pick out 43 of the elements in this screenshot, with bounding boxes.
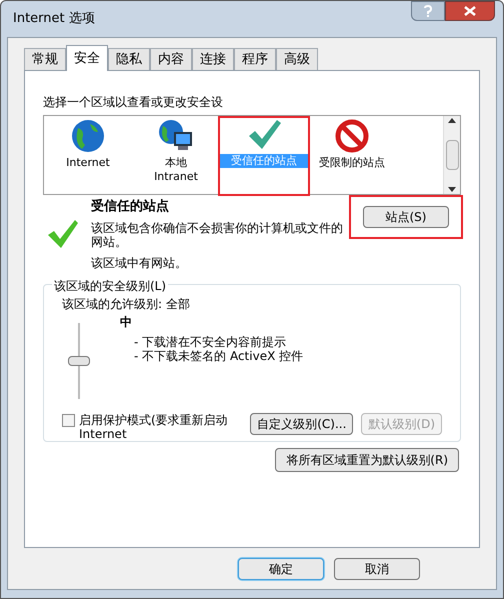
zone-description: 该区域包含你确信不会损害你的计算机或文件的网站。 — [91, 220, 344, 248]
group-legend: 该区域的安全级别(L) — [52, 276, 168, 294]
allowed-level: 该区域的允许级别: 全部 — [62, 296, 191, 312]
zone-item[interactable]: 本地 Intranet — [132, 118, 220, 194]
level-description: - 下载潜在不安全内容前提示 — [134, 334, 288, 348]
tab[interactable]: 连接 — [192, 48, 234, 70]
close-button[interactable] — [445, 1, 495, 21]
level-name: 中 — [120, 314, 133, 330]
globe-icon — [70, 118, 106, 154]
zone-label: 本地 Intranet — [153, 156, 199, 184]
zone-title: 受信任的站点 — [91, 198, 170, 216]
window-title: Internet 选项 — [13, 10, 95, 28]
slider-thumb[interactable] — [68, 356, 90, 366]
zone-label: 受限制的站点 — [318, 156, 386, 170]
checkbox-label: 启用保护模式(要求重新启动 Internet — [79, 412, 229, 440]
zone-label: 受信任的站点 — [220, 154, 308, 168]
level-description: - 不下载未签名的 ActiveX 控件 — [134, 348, 304, 362]
sites-button[interactable]: 站点(S) — [363, 206, 449, 228]
reset-all-button[interactable]: 将所有区域重置为默认级别(R) — [275, 448, 459, 472]
checkmark-icon — [47, 219, 79, 249]
tab[interactable]: 常规 — [24, 48, 66, 70]
level-button[interactable]: 自定义级别(C)... — [250, 412, 354, 434]
down-arrow-icon — [448, 187, 456, 192]
help-button[interactable] — [411, 1, 445, 21]
scrollbar-thumb[interactable] — [446, 140, 458, 170]
no-entry-icon — [334, 118, 370, 154]
tab[interactable]: 程序 — [234, 48, 276, 70]
dialog-button[interactable]: 取消 — [334, 558, 420, 580]
scrollbar[interactable] — [443, 116, 460, 194]
question-icon — [424, 5, 432, 17]
dialog-button[interactable]: 确定 — [238, 558, 324, 580]
tab[interactable]: 高级 — [276, 48, 318, 70]
zone-label: Internet — [65, 156, 111, 170]
tab[interactable]: 内容 — [150, 48, 192, 70]
zone-prompt: 选择一个区域以查看或更改安全设 — [43, 94, 224, 111]
zone-item[interactable]: Internet — [44, 118, 132, 194]
tab[interactable]: 安全 — [66, 45, 108, 71]
zone-status: 该区域中有网站。 — [91, 254, 188, 272]
up-arrow-icon — [448, 118, 456, 123]
checkbox[interactable] — [62, 414, 75, 426]
zone-item[interactable]: 受限制的站点 — [308, 118, 396, 194]
close-icon — [464, 6, 476, 16]
tab[interactable]: 隐私 — [108, 48, 150, 70]
